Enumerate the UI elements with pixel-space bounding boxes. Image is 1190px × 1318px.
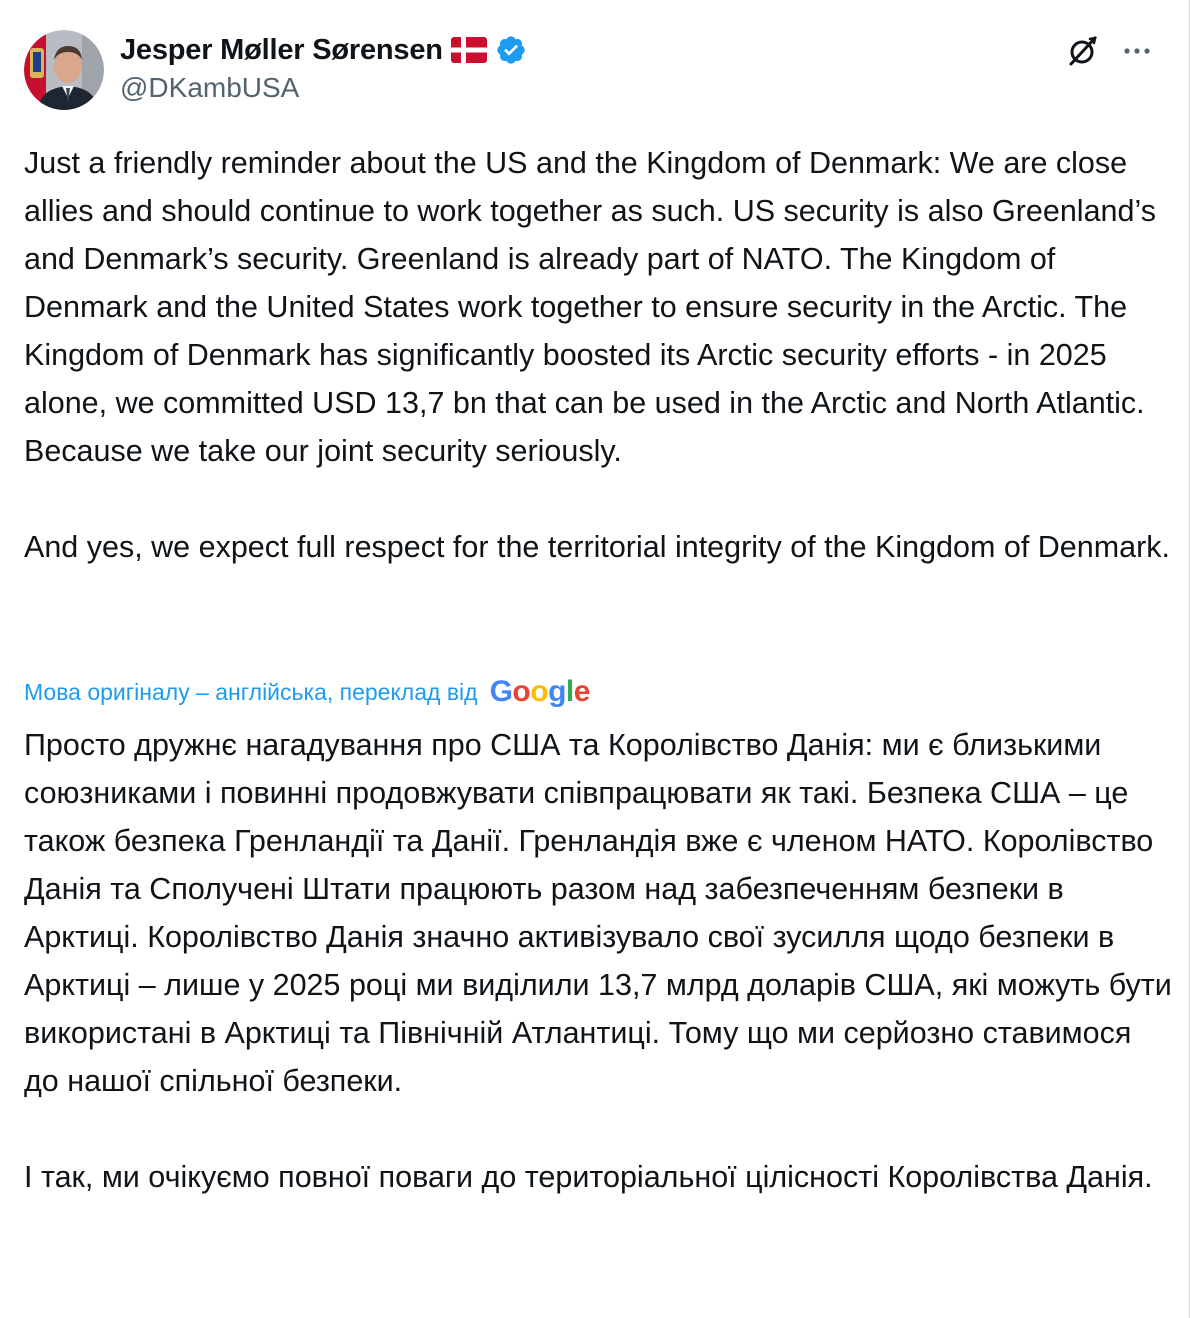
translated-text: Просто дружнє нагадування про США та Кор… xyxy=(24,728,1172,1194)
verified-badge-icon[interactable] xyxy=(495,34,527,66)
avatar[interactable] xyxy=(24,30,104,110)
google-logo: Google xyxy=(489,675,591,708)
translation-attribution: Мова оригіналу – англійська, переклад ві… xyxy=(24,674,590,710)
translation-note[interactable]: Мова оригіналу – англійська, переклад ві… xyxy=(24,679,478,706)
author-name-row: Jesper Møller Sørensen xyxy=(120,30,527,70)
grok-icon[interactable] xyxy=(1063,31,1103,71)
tweet-text: Just a friendly reminder about the US an… xyxy=(24,146,1170,564)
author-display-name[interactable]: Jesper Møller Sørensen xyxy=(120,34,443,67)
avatar-photo xyxy=(24,30,104,110)
author-handle[interactable]: @DKambUSA xyxy=(120,72,299,104)
tweet-card: Jesper Møller Sørensen @DKambUSA Just a … xyxy=(0,0,1190,1318)
more-horizontal-icon[interactable] xyxy=(1117,31,1157,71)
denmark-flag-icon xyxy=(450,37,487,63)
